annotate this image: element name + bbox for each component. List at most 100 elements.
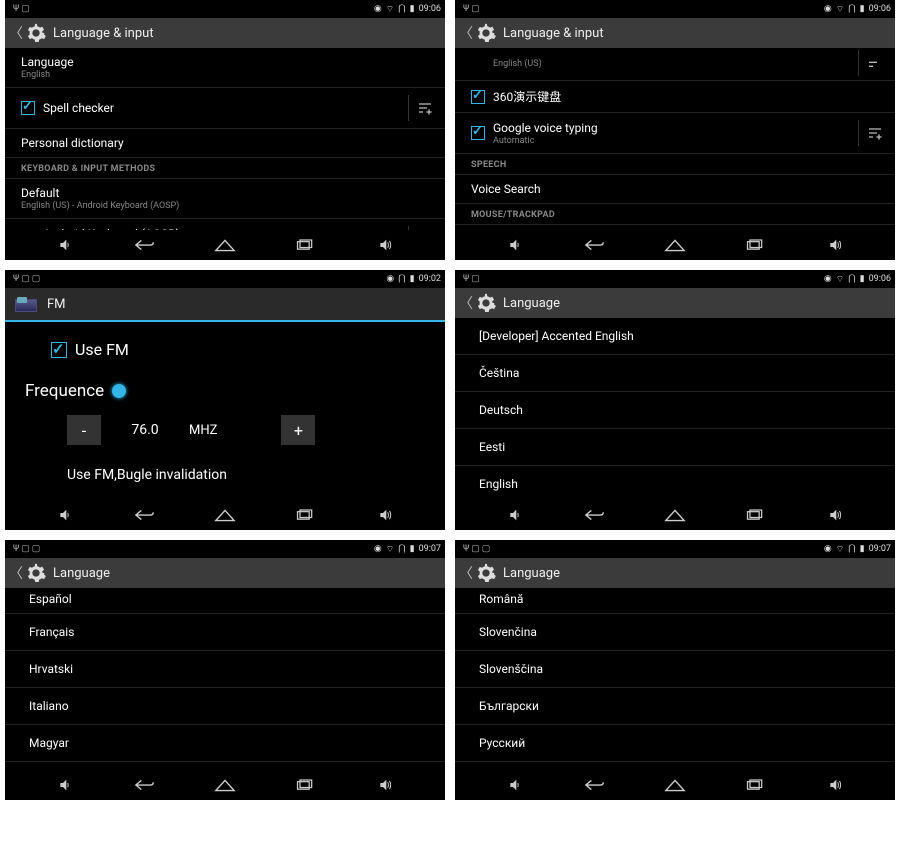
panel-fm: Ψ▢▢ ◉⋂▮ 09:02 FM Use FM Frequence - 76.0…	[5, 270, 445, 530]
radio-on-icon[interactable]	[112, 384, 126, 398]
lang-item[interactable]: Eesti	[455, 429, 895, 466]
language-list[interactable]: Română Slovenčina Slovenščina Български …	[455, 588, 895, 770]
content-list[interactable]: English (US) 360演示键盘 Google voice typing…	[455, 48, 895, 230]
nav-bar	[455, 770, 895, 800]
row-title: Personal dictionary	[21, 136, 433, 150]
square-icon: ▢	[21, 4, 30, 14]
lang-label: Čeština	[479, 366, 519, 380]
language-list[interactable]: [Developer] Accented English Čeština Deu…	[455, 318, 895, 500]
lang-item[interactable]: Русский	[455, 725, 895, 762]
row-pointer-speed[interactable]: Pointer speed	[455, 225, 895, 230]
row-360-demo[interactable]: 360演示键盘	[455, 81, 895, 113]
back-icon[interactable]	[581, 235, 609, 255]
minus-button[interactable]: -	[67, 415, 101, 445]
vol-down-icon[interactable]	[501, 235, 529, 255]
lang-label: Français	[29, 625, 74, 639]
lang-item[interactable]: Español	[5, 588, 445, 614]
vol-down-icon[interactable]	[51, 505, 79, 525]
lang-item[interactable]: Български	[455, 688, 895, 725]
language-list[interactable]: Español Français Hrvatski Italiano Magya…	[5, 588, 445, 770]
tune-icon[interactable]	[858, 50, 883, 76]
home-icon[interactable]	[211, 235, 239, 255]
checkbox-icon[interactable]	[471, 90, 485, 104]
chevron-left-icon[interactable]: 〈	[459, 563, 469, 583]
home-icon[interactable]	[211, 775, 239, 795]
tune-icon[interactable]	[858, 120, 883, 146]
row-spell-checker[interactable]: Spell checker	[5, 88, 445, 129]
clock-text: 09:07	[869, 544, 891, 554]
row-android-keyboard[interactable]: Android Keyboard (AOSP)English (US)	[5, 219, 445, 230]
home-icon[interactable]	[661, 235, 689, 255]
header-title: Language	[503, 566, 560, 581]
clock-text: 09:06	[869, 274, 891, 284]
row-voice-search[interactable]: Voice Search	[455, 175, 895, 204]
row-language[interactable]: LanguageEnglish	[5, 48, 445, 88]
lang-item[interactable]: Slovenčina	[455, 614, 895, 651]
row-personal-dict[interactable]: Personal dictionary	[5, 129, 445, 158]
fm-note: Use FM,Bugle invalidation	[67, 467, 425, 483]
lang-item[interactable]: Magyar	[5, 725, 445, 762]
psi-icon: Ψ	[13, 274, 19, 284]
audio-icon: ⋂	[848, 4, 855, 14]
nav-bar	[5, 230, 445, 260]
tune-icon[interactable]	[408, 226, 433, 230]
plus-button[interactable]: +	[281, 415, 315, 445]
tune-icon[interactable]	[408, 95, 433, 121]
bt-icon: ⌔	[836, 4, 844, 15]
vol-down-icon[interactable]	[501, 505, 529, 525]
vol-up-icon[interactable]	[371, 505, 399, 525]
vol-up-icon[interactable]	[371, 775, 399, 795]
home-icon[interactable]	[211, 505, 239, 525]
recents-icon[interactable]	[741, 505, 769, 525]
lang-item[interactable]: Română	[455, 588, 895, 614]
chevron-left-icon[interactable]: 〈	[9, 23, 19, 43]
freq-value: 76.0	[125, 422, 165, 438]
vol-down-icon[interactable]	[51, 775, 79, 795]
home-icon[interactable]	[661, 775, 689, 795]
clock-text: 09:06	[869, 4, 891, 14]
vol-up-icon[interactable]	[821, 505, 849, 525]
back-icon[interactable]	[581, 505, 609, 525]
vol-down-icon[interactable]	[51, 235, 79, 255]
psi-icon: Ψ	[463, 544, 469, 554]
chevron-left-icon[interactable]: 〈	[9, 563, 19, 583]
lang-item[interactable]: Slovenščina	[455, 651, 895, 688]
recents-icon[interactable]	[291, 235, 319, 255]
row-frequence[interactable]: Frequence	[25, 381, 425, 401]
row-lang-partial[interactable]: English (US)	[455, 48, 895, 81]
checkbox-icon[interactable]	[51, 342, 67, 358]
chevron-left-icon[interactable]: 〈	[459, 293, 469, 313]
lang-item[interactable]: English	[455, 466, 895, 500]
row-google-voice[interactable]: Google voice typingAutomatic	[455, 113, 895, 154]
back-icon[interactable]	[581, 775, 609, 795]
home-icon[interactable]	[661, 505, 689, 525]
row-title: Android Keyboard (AOSP)	[43, 227, 408, 231]
panel-language-2: Ψ▢▢ ◉⌔⋂▮ 09:07 〈 Language Español França…	[5, 540, 445, 800]
chevron-left-icon[interactable]: 〈	[459, 23, 469, 43]
lang-item[interactable]: Polski	[5, 762, 445, 770]
back-icon[interactable]	[131, 235, 159, 255]
vol-down-icon[interactable]	[501, 775, 529, 795]
recents-icon[interactable]	[741, 235, 769, 255]
recents-icon[interactable]	[291, 775, 319, 795]
vol-up-icon[interactable]	[821, 235, 849, 255]
vol-up-icon[interactable]	[371, 235, 399, 255]
lang-item[interactable]: Hrvatski	[5, 651, 445, 688]
lang-item[interactable]: Français	[5, 614, 445, 651]
content-list[interactable]: LanguageEnglish Spell checker Personal d…	[5, 48, 445, 230]
lang-item[interactable]: [Developer] Accented English	[455, 318, 895, 355]
lang-item[interactable]: Српски	[455, 762, 895, 770]
lang-item[interactable]: Italiano	[5, 688, 445, 725]
checkbox-icon[interactable]	[21, 101, 35, 115]
clock-text: 09:07	[419, 544, 441, 554]
row-default[interactable]: DefaultEnglish (US) - Android Keyboard (…	[5, 179, 445, 219]
back-icon[interactable]	[131, 775, 159, 795]
recents-icon[interactable]	[741, 775, 769, 795]
lang-item[interactable]: Deutsch	[455, 392, 895, 429]
row-use-fm[interactable]: Use FM	[51, 340, 425, 359]
checkbox-icon[interactable]	[471, 126, 485, 140]
vol-up-icon[interactable]	[821, 775, 849, 795]
lang-item[interactable]: Čeština	[455, 355, 895, 392]
back-icon[interactable]	[131, 505, 159, 525]
recents-icon[interactable]	[291, 505, 319, 525]
